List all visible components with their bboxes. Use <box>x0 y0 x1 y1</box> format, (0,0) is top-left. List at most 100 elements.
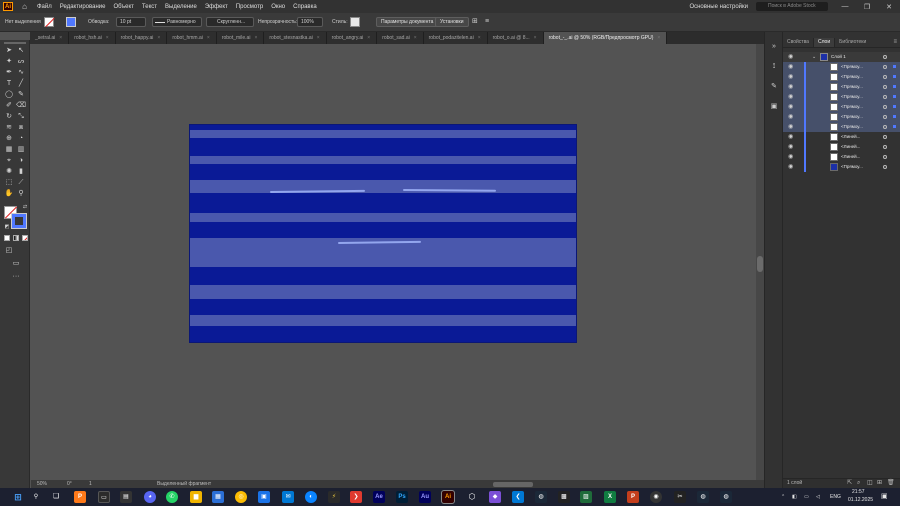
app-tools-icon[interactable]: ✂ <box>674 491 686 503</box>
layer-row[interactable]: ◉ <Линей... <box>783 152 900 162</box>
free-transform-tool-icon[interactable]: ⧈ <box>16 123 26 132</box>
store-icon[interactable]: ▦ <box>212 491 224 503</box>
hand-tool-icon[interactable]: ✋ <box>4 189 14 198</box>
visibility-eye-icon[interactable]: ◉ <box>788 134 794 140</box>
type-tool-icon[interactable]: T <box>4 79 14 88</box>
after-effects-icon[interactable]: Ae <box>373 491 385 503</box>
tab-document[interactable]: robot_angry.ai × <box>326 32 378 44</box>
toolbar-grip-icon[interactable] <box>4 42 26 44</box>
vertical-scrollbar[interactable] <box>756 44 764 480</box>
scrollbar-thumb[interactable] <box>757 256 763 272</box>
screen-mode-icon[interactable]: ▭ <box>11 259 21 268</box>
warp-tool-icon[interactable]: ≋ <box>4 123 14 132</box>
live-paint-tool-icon[interactable]: ◔ <box>16 134 26 143</box>
symbol-sprayer-tool-icon[interactable]: ✺ <box>4 167 14 176</box>
layer-name[interactable]: <Прямоу... <box>841 92 863 102</box>
none-mode-icon[interactable] <box>22 235 28 241</box>
layer-name[interactable]: <Прямоу... <box>841 62 863 72</box>
target-icon[interactable] <box>883 135 887 139</box>
visibility-eye-icon[interactable]: ◉ <box>788 104 794 110</box>
artboard-number[interactable]: 1 <box>89 480 92 488</box>
tray-chevron-icon[interactable]: ⌃ <box>781 488 785 506</box>
stripe-rectangle[interactable] <box>190 130 576 138</box>
task-view-icon[interactable]: ❏ <box>50 491 62 503</box>
zoom-tool-icon[interactable]: ⚲ <box>16 189 26 198</box>
close-tab-icon[interactable]: × <box>534 35 537 41</box>
color-mode-icon[interactable] <box>4 235 10 241</box>
notifications-icon[interactable]: ▣ <box>881 488 888 506</box>
whatsapp-icon[interactable]: ✆ <box>166 491 178 503</box>
target-icon[interactable] <box>883 115 887 119</box>
stock-search-input[interactable]: Поиск в Adobe Stock <box>756 2 828 11</box>
visibility-eye-icon[interactable]: ◉ <box>788 54 794 60</box>
menu-select[interactable]: Выделение <box>165 4 197 10</box>
layer-row[interactable]: ◉ <Прямоу... <box>783 72 900 82</box>
ellipse-tool-icon[interactable]: ◯ <box>4 90 14 99</box>
selection-indicator[interactable] <box>893 65 896 68</box>
unity-icon[interactable]: ⬡ <box>466 491 478 503</box>
selection-indicator[interactable] <box>893 85 896 88</box>
layer-row[interactable]: ◉ <Прямоу... <box>783 162 900 172</box>
menu-effect[interactable]: Эффект <box>205 4 228 10</box>
collapse-panels-icon[interactable]: » <box>769 42 779 51</box>
shaper-tool-icon[interactable]: ✐ <box>4 101 14 110</box>
stroke-color-swatch[interactable] <box>11 213 27 229</box>
line-tool-icon[interactable]: ╱ <box>16 79 26 88</box>
layer-name[interactable]: <Линей... <box>841 152 860 162</box>
mail-icon[interactable]: ✉ <box>282 491 294 503</box>
visibility-eye-icon[interactable]: ◉ <box>788 154 794 160</box>
menu-object[interactable]: Объект <box>113 4 133 10</box>
vscode-icon[interactable]: ❮ <box>512 491 524 503</box>
menu-view[interactable]: Просмотр <box>236 4 263 10</box>
tab-properties[interactable]: Свойства <box>783 38 813 47</box>
visibility-eye-icon[interactable]: ◉ <box>788 144 794 150</box>
network-icon[interactable]: ▭ <box>804 488 809 506</box>
more-tools-icon[interactable]: ··· <box>11 272 21 281</box>
layer-name[interactable]: <Прямоу... <box>841 82 863 92</box>
target-icon[interactable] <box>883 85 887 89</box>
close-tab-icon[interactable]: × <box>317 35 320 41</box>
photoshop-icon[interactable]: Ps <box>396 491 408 503</box>
stripe-rectangle[interactable] <box>190 213 576 222</box>
chrome-icon[interactable]: ◎ <box>235 491 247 503</box>
brush-definition[interactable]: Скругленн... <box>206 17 254 27</box>
paintbrush-tool-icon[interactable]: ✎ <box>16 90 26 99</box>
layer-row[interactable]: ◉ <Прямоу... <box>783 82 900 92</box>
stroke-swatch[interactable] <box>66 17 76 27</box>
layer-name[interactable]: <Линей... <box>841 142 860 152</box>
close-tab-icon[interactable]: × <box>367 35 370 41</box>
visibility-eye-icon[interactable]: ◉ <box>788 84 794 90</box>
layer-name[interactable]: Слой 1 <box>831 52 846 62</box>
layer-row[interactable]: ◉ <Прямоу... <box>783 92 900 102</box>
close-tab-icon[interactable]: × <box>478 35 481 41</box>
layer-row[interactable]: ◉ <Прямоу... <box>783 112 900 122</box>
file-explorer-icon[interactable]: ▆ <box>190 491 202 503</box>
workspace-switcher[interactable]: Основные настройки <box>689 4 748 10</box>
close-tab-icon[interactable]: × <box>59 35 62 41</box>
artboard-tool-icon[interactable]: ⬚ <box>4 178 14 187</box>
close-tab-icon[interactable]: × <box>157 35 160 41</box>
fill-swatch[interactable] <box>44 17 55 28</box>
gradient-mode-icon[interactable] <box>13 235 19 241</box>
expand-chevron-icon[interactable]: ⌄ <box>812 52 816 62</box>
tab-document[interactable]: robot_o.ai @ 8... × <box>487 32 544 44</box>
audition-icon[interactable]: Au <box>419 491 431 503</box>
locate-object-icon[interactable]: ⌕ <box>857 479 860 488</box>
selection-indicator[interactable] <box>893 115 896 118</box>
app-purple-icon[interactable]: ◆ <box>489 491 501 503</box>
visibility-eye-icon[interactable]: ◉ <box>788 124 794 130</box>
panel-menu-icon[interactable]: ≡ <box>485 17 489 27</box>
menu-window[interactable]: Окно <box>271 4 285 10</box>
document-setup-button[interactable]: Параметры документа <box>376 17 439 27</box>
clipping-mask-icon[interactable]: ◫ <box>867 479 873 488</box>
windows-start-icon[interactable]: ⊞ <box>12 491 24 503</box>
direct-selection-tool-icon[interactable]: ↖ <box>16 46 26 55</box>
steam-active-icon[interactable]: ◍ <box>720 491 732 503</box>
tab-document[interactable]: robot_podazitelen.ai × <box>423 32 488 44</box>
layer-name[interactable]: <Прямоу... <box>841 72 863 82</box>
mesh-tool-icon[interactable]: ▥ <box>16 145 26 154</box>
column-graph-tool-icon[interactable]: ▮ <box>16 167 26 176</box>
layer-name[interactable]: <Прямоу... <box>841 122 863 132</box>
tab-layers[interactable]: Слои <box>812 38 836 47</box>
app-bolt-icon[interactable]: ⚡ <box>328 491 340 503</box>
